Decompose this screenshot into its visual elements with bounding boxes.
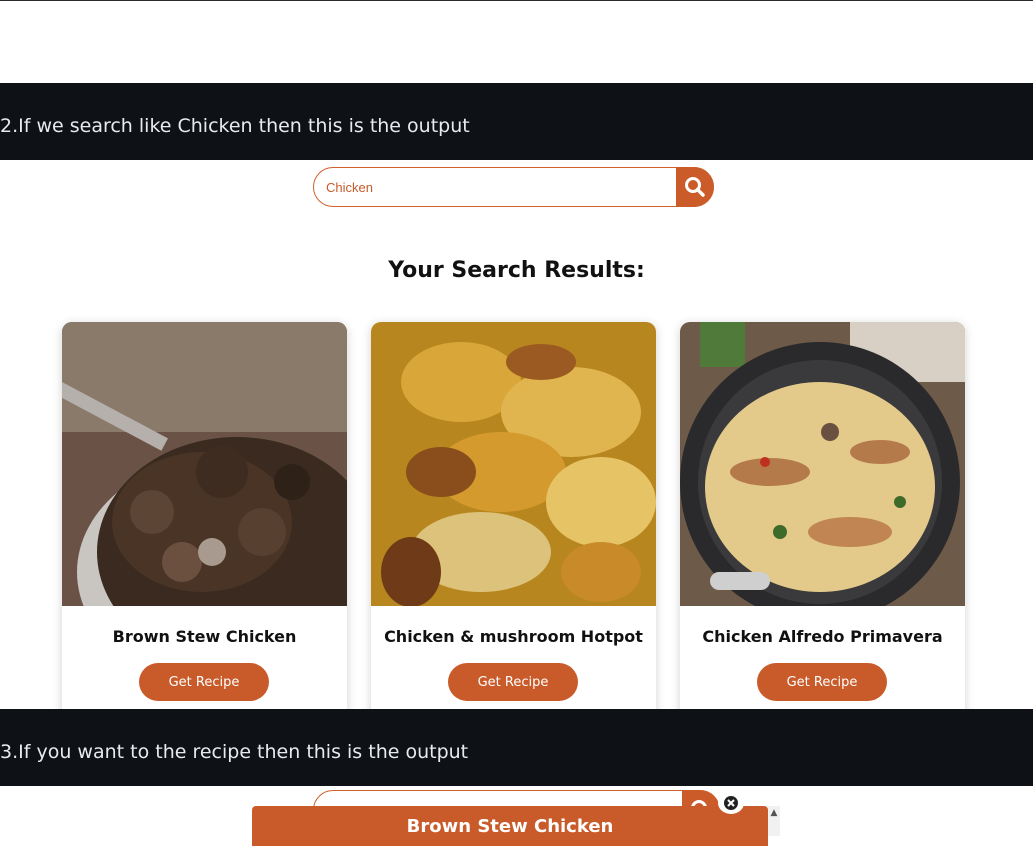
close-icon (724, 796, 738, 810)
top-divider (0, 0, 1033, 1)
search-input[interactable] (326, 168, 666, 206)
section-2-caption: 2.If we search like Chicken then this is… (0, 115, 470, 137)
search-icon (685, 177, 705, 197)
recipe-card: Chicken & mushroom Hotpot Get Recipe (371, 322, 656, 722)
get-recipe-button[interactable]: Get Recipe (448, 663, 578, 701)
search-button[interactable] (676, 167, 714, 207)
recipe-card: Chicken Alfredo Primavera Get Recipe (680, 322, 965, 722)
recipe-modal-title: Brown Stew Chicken (406, 816, 614, 837)
section-3-caption: 3.If you want to the recipe then this is… (0, 741, 469, 763)
chevron-up-icon[interactable]: ▲ (771, 808, 778, 818)
section-2-banner: 2.If we search like Chicken then this is… (0, 83, 1033, 160)
recipe-photo (680, 322, 965, 606)
recipe-title: Chicken Alfredo Primavera (702, 627, 943, 646)
recipe-title: Brown Stew Chicken (112, 627, 297, 646)
recipe-title: Chicken & mushroom Hotpot (384, 627, 643, 646)
section-3-banner: 3.If you want to the recipe then this is… (0, 709, 1033, 786)
search-bar (313, 167, 714, 207)
get-recipe-button[interactable]: Get Recipe (139, 663, 269, 701)
recipe-card: Brown Stew Chicken Get Recipe (62, 322, 347, 722)
recipe-photo (62, 322, 347, 606)
results-heading: Your Search Results: (388, 258, 645, 283)
scrollbar[interactable]: ▲ (768, 806, 780, 836)
get-recipe-button[interactable]: Get Recipe (757, 663, 887, 701)
recipe-photo (371, 322, 656, 606)
recipe-modal-header: Brown Stew Chicken (252, 806, 768, 846)
close-button[interactable] (718, 792, 744, 814)
